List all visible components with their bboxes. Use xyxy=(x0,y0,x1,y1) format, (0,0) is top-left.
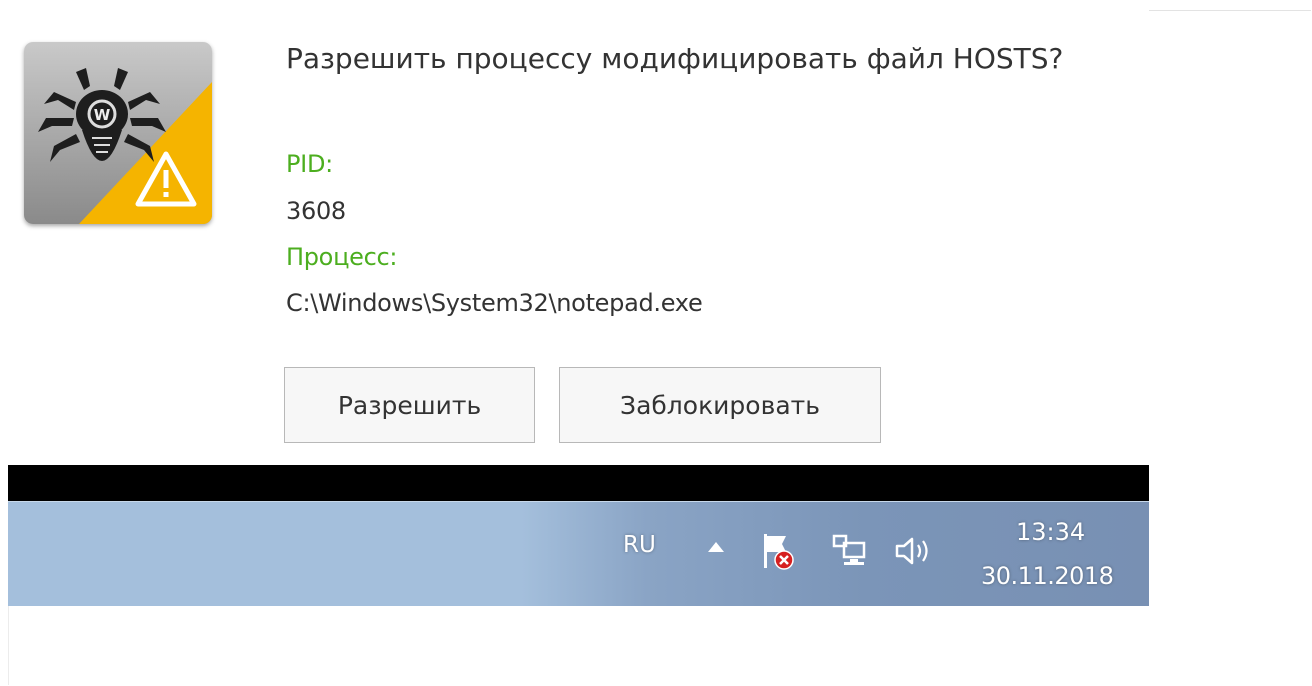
block-button[interactable]: Заблокировать xyxy=(559,367,881,443)
taskbar: RU 13:34 30.11.2018 xyxy=(8,501,1149,606)
pid-label: PID: xyxy=(286,150,333,178)
dr-web-spider-warning-icon: W xyxy=(24,42,212,224)
show-hidden-icons-arrow-icon[interactable] xyxy=(707,540,725,554)
pid-value: 3608 xyxy=(286,197,346,225)
svg-text:W: W xyxy=(94,106,111,124)
language-indicator[interactable]: RU xyxy=(623,532,656,558)
clock-date[interactable]: 30.11.2018 xyxy=(981,562,1114,590)
action-center-flag-icon[interactable] xyxy=(760,532,794,572)
volume-icon[interactable] xyxy=(894,536,934,566)
clock-time[interactable]: 13:34 xyxy=(1016,518,1085,546)
notification-title: Разрешить процессу модифицировать файл H… xyxy=(286,42,1064,75)
process-value: C:\Windows\System32\notepad.exe xyxy=(286,289,703,317)
process-label: Процесс: xyxy=(286,243,398,271)
allow-button[interactable]: Разрешить xyxy=(284,367,535,443)
notification-bottom-border xyxy=(8,465,1149,501)
network-icon[interactable] xyxy=(832,533,868,567)
